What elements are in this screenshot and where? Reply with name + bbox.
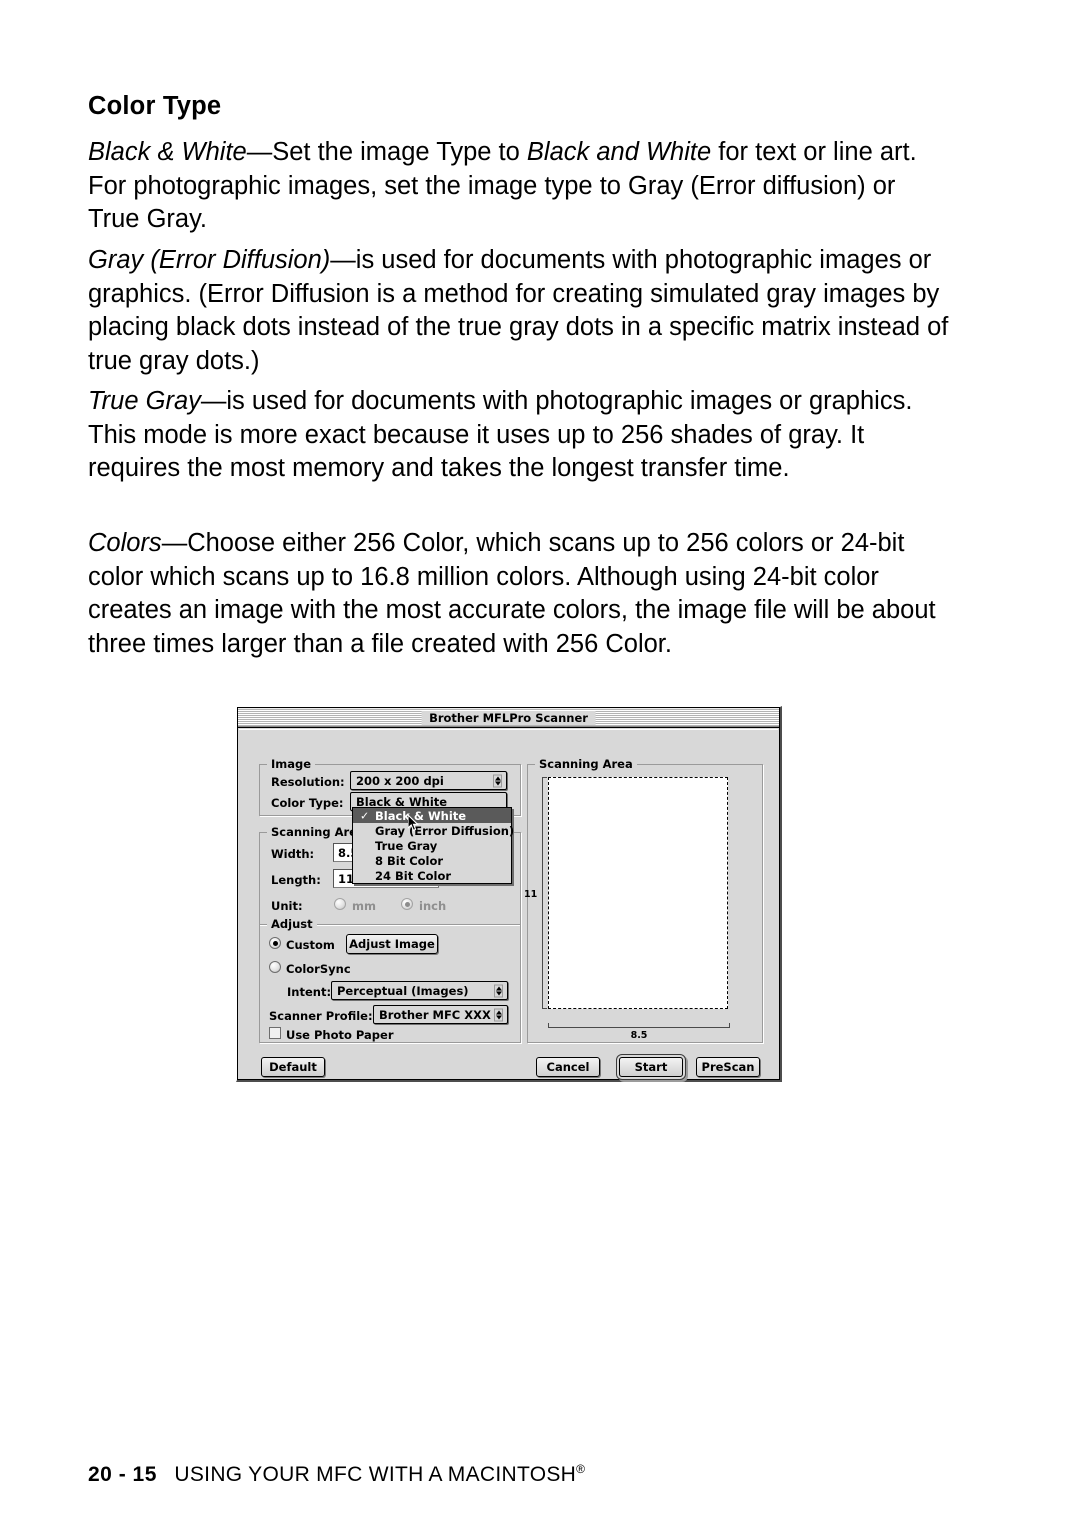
intent-label: Intent: xyxy=(287,985,332,999)
dialog-content: Image Resolution: 200 x 200 dpi Color Ty… xyxy=(239,729,778,1078)
text-run: —Set the image Type to xyxy=(246,138,527,166)
resolution-label: Resolution: xyxy=(271,775,345,789)
unit-mm-radio[interactable] xyxy=(334,898,346,910)
group-adjust-label: Adjust xyxy=(267,917,317,931)
menu-item-label: True Gray xyxy=(375,838,438,853)
height-dimension-label: 11 xyxy=(524,889,538,900)
page-title: Color Type xyxy=(88,92,222,120)
width-label: Width: xyxy=(271,847,315,861)
prescan-button[interactable]: PreScan xyxy=(696,1057,760,1077)
adjust-colorsync-label: ColorSync xyxy=(286,962,351,976)
paragraph-true-gray: True Gray—is used for documents with pho… xyxy=(88,385,950,486)
menu-item-color-type[interactable]: 8 Bit Color xyxy=(353,853,511,868)
menu-item-label: 8 Bit Color xyxy=(375,853,444,868)
chevron-updown-icon xyxy=(493,774,502,787)
adjust-colorsync-radio[interactable] xyxy=(269,961,281,973)
footer-title: USING YOUR MFC WITH A MACINTOSH xyxy=(174,1463,577,1486)
text-run: —Choose either 256 Color, which scans up… xyxy=(88,529,936,658)
emphasis-run: Black and White xyxy=(526,138,712,166)
dialog-frame: Brother MFLPro Scanner Image Resolution:… xyxy=(237,707,780,1080)
document-page: Color Type Black & White—Set the image T… xyxy=(0,0,1080,1529)
emphasis-run: Colors xyxy=(88,529,162,557)
titlebar-highlight xyxy=(238,708,779,709)
unit-label: Unit: xyxy=(271,899,303,913)
width-dimension-line xyxy=(548,1023,730,1028)
intent-popup[interactable]: Perceptual (Images) xyxy=(331,981,508,1000)
group-preview: Scanning Area 11 8.5 xyxy=(524,757,763,1043)
unit-inch-radio[interactable] xyxy=(401,898,413,910)
unit-inch-label: inch xyxy=(419,899,447,913)
use-photo-paper-label: Use Photo Paper xyxy=(286,1028,394,1042)
scanner-profile-label: Scanner Profile: xyxy=(269,1009,373,1023)
color-type-label: Color Type: xyxy=(271,796,344,810)
menu-item-color-type[interactable]: Gray (Error Diffusion) xyxy=(353,823,515,838)
chevron-updown-icon xyxy=(494,1008,503,1021)
scan-area-marquee[interactable] xyxy=(548,777,728,1009)
paragraph-gray-error-diffusion: Gray (Error Diffusion)—is used for docum… xyxy=(88,244,950,378)
paragraph-black-and-white: Black & White—Set the image Type to Blac… xyxy=(88,136,950,237)
preview-canvas[interactable]: 11 8.5 xyxy=(524,777,736,1041)
length-label: Length: xyxy=(271,873,321,887)
footer-page-number: 20 - 15 xyxy=(88,1463,157,1486)
dialog-title: Brother MFLPro Scanner xyxy=(421,710,596,725)
unit-mm-label: mm xyxy=(352,899,376,913)
group-image-label: Image xyxy=(267,757,316,771)
emphasis-run: True Gray xyxy=(88,387,201,415)
menu-item-color-type[interactable]: 24 Bit Color xyxy=(353,868,511,883)
menu-item-label: 24 Bit Color xyxy=(375,868,452,883)
dialog-titlebar[interactable]: Brother MFLPro Scanner xyxy=(238,708,779,728)
scanner-dialog: Brother MFLPro Scanner Image Resolution:… xyxy=(236,706,782,1082)
resolution-value: 200 x 200 dpi xyxy=(356,773,444,788)
resolution-popup[interactable]: 200 x 200 dpi xyxy=(350,771,507,790)
scanner-profile-popup[interactable]: Brother MFC XXX xyxy=(373,1005,508,1024)
default-button[interactable]: Default xyxy=(261,1057,325,1077)
color-type-dropdown-menu[interactable]: ✓ Black & White Gray (Error Diffusion) True… xyxy=(352,807,515,884)
use-photo-paper-checkbox[interactable] xyxy=(269,1027,281,1039)
height-dimension-line xyxy=(542,777,547,1009)
emphasis-run: Black & White xyxy=(88,138,247,166)
cancel-button[interactable]: Cancel xyxy=(536,1057,600,1077)
registered-trademark-icon: ® xyxy=(576,1462,585,1476)
menu-item-color-type[interactable]: ✓ Black & White xyxy=(353,808,511,823)
titlebar-shadow xyxy=(238,726,779,727)
start-button[interactable]: Start xyxy=(619,1057,683,1077)
scanner-profile-value: Brother MFC XXX xyxy=(379,1007,491,1022)
adjust-custom-label: Custom xyxy=(286,938,335,952)
checkmark-icon: ✓ xyxy=(360,809,370,822)
adjust-custom-radio[interactable] xyxy=(269,937,281,949)
group-adjust: Adjust Custom Adjust Image ColorSync Int… xyxy=(259,917,521,1043)
intent-value: Perceptual (Images) xyxy=(337,983,469,998)
page-footer: 20 - 15 USING YOUR MFC WITH A MACINTOSH® xyxy=(88,1462,585,1487)
adjust-image-button[interactable]: Adjust Image xyxy=(346,934,438,954)
emphasis-run: Gray (Error Diffusion) xyxy=(88,246,331,274)
menu-item-label: Black & White xyxy=(375,808,467,823)
menu-item-color-type[interactable]: True Gray xyxy=(353,838,511,853)
menu-item-label: Gray (Error Diffusion) xyxy=(375,823,515,838)
group-preview-label: Scanning Area xyxy=(535,757,637,771)
text-run: —is used for documents with photographic… xyxy=(88,387,913,482)
paragraph-colors: Colors—Choose either 256 Color, which sc… xyxy=(88,527,950,661)
chevron-updown-icon xyxy=(494,984,503,997)
width-dimension-label: 8.5 xyxy=(630,1030,648,1041)
